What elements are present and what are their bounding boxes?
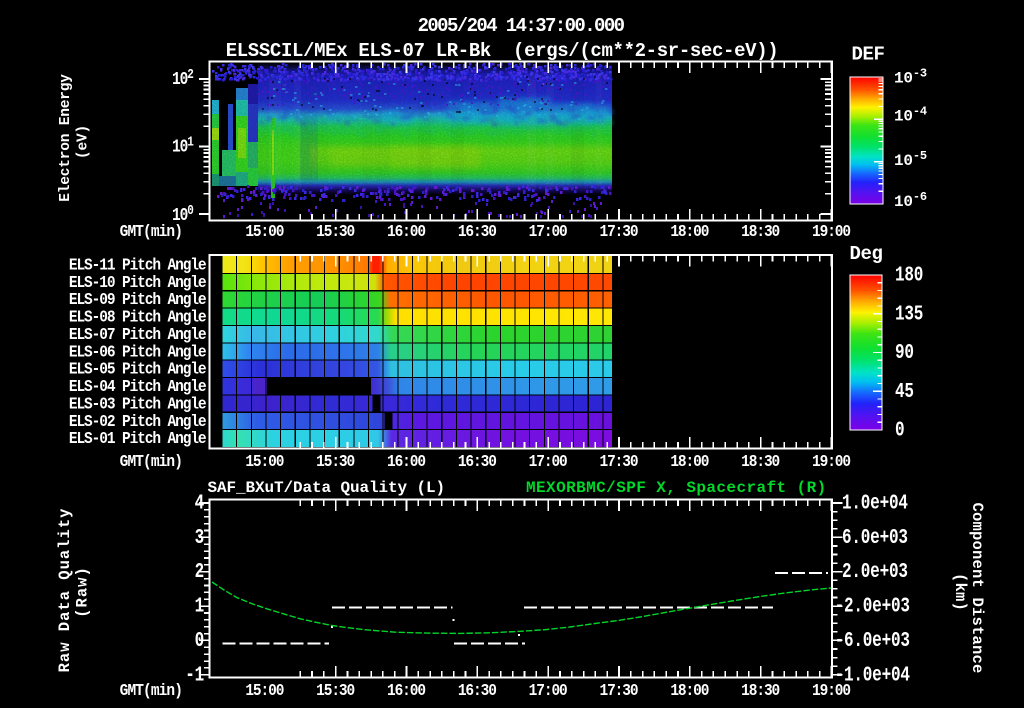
svg-text:19:00: 19:00 (812, 452, 851, 471)
svg-text:16:00: 16:00 (387, 222, 426, 241)
svg-text:GMT(min): GMT(min) (120, 681, 182, 700)
svg-text:ELS-01 Pitch Angle: ELS-01 Pitch Angle (69, 429, 207, 448)
svg-text:17:00: 17:00 (529, 681, 568, 700)
svg-text:SAF_BXuT/Data Quality (L): SAF_BXuT/Data Quality (L) (208, 479, 446, 497)
svg-text:2.0e+03: 2.0e+03 (842, 559, 908, 584)
svg-text:ELS-08 Pitch Angle: ELS-08 Pitch Angle (69, 308, 207, 327)
svg-text:Electron Energy: Electron Energy (58, 74, 74, 202)
svg-text:2005/204 14:37:00.000: 2005/204 14:37:00.000 (418, 15, 625, 37)
svg-text:17:00: 17:00 (529, 222, 568, 241)
svg-text:(eV): (eV) (76, 125, 92, 159)
svg-text:Deg: Deg (849, 243, 882, 265)
svg-text:17:30: 17:30 (599, 452, 638, 471)
svg-text:-2.0e+03: -2.0e+03 (835, 594, 910, 619)
svg-text:19:00: 19:00 (812, 681, 851, 700)
svg-text:15:30: 15:30 (316, 222, 355, 241)
svg-text:18:00: 18:00 (670, 452, 709, 471)
svg-text:2: 2 (195, 559, 204, 584)
svg-text:15:30: 15:30 (316, 452, 355, 471)
svg-text:180: 180 (895, 262, 923, 287)
svg-text:-6.0e+03: -6.0e+03 (835, 628, 910, 653)
svg-text:GMT(min): GMT(min) (120, 222, 182, 241)
svg-text:ELS-10 Pitch Angle: ELS-10 Pitch Angle (69, 273, 207, 292)
svg-text:-1: -1 (185, 662, 204, 687)
svg-text:18:00: 18:00 (670, 222, 709, 241)
svg-text:GMT(min): GMT(min) (120, 452, 182, 471)
svg-text:16:30: 16:30 (458, 681, 497, 700)
svg-text:18:30: 18:30 (741, 222, 780, 241)
svg-text:Raw Data Quality: Raw Data Quality (56, 508, 74, 673)
svg-text:16:00: 16:00 (387, 452, 426, 471)
svg-text:ELSSCIL/MEx ELS-07 LR-Bk (erg: ELSSCIL/MEx ELS-07 LR-Bk (ergs/(cm**2-sr… (226, 40, 779, 62)
svg-text:16:00: 16:00 (387, 681, 426, 700)
svg-text:3: 3 (195, 525, 204, 550)
svg-text:1: 1 (195, 594, 204, 619)
svg-text:(km): (km) (951, 573, 969, 611)
svg-text:(Raw): (Raw) (74, 566, 92, 618)
svg-text:MEXORBMC/SPF X, Spacecraft (R): MEXORBMC/SPF X, Spacecraft (R) (526, 479, 827, 497)
svg-text:45: 45 (895, 379, 914, 404)
svg-text:17:30: 17:30 (599, 222, 638, 241)
svg-text:Component Distance: Component Distance (968, 502, 986, 673)
svg-text:4: 4 (195, 490, 204, 515)
svg-text:6.0e+03: 6.0e+03 (842, 525, 908, 550)
svg-text:90: 90 (895, 340, 914, 365)
svg-text:135: 135 (895, 301, 923, 326)
svg-text:17:00: 17:00 (529, 452, 568, 471)
svg-text:ELS-09 Pitch Angle: ELS-09 Pitch Angle (69, 290, 207, 309)
svg-text:1.0e+04: 1.0e+04 (842, 490, 908, 515)
svg-text:ELS-05 Pitch Angle: ELS-05 Pitch Angle (69, 360, 207, 379)
svg-text:15:30: 15:30 (316, 681, 355, 700)
svg-text:16:30: 16:30 (458, 222, 497, 241)
svg-text:ELS-04 Pitch Angle: ELS-04 Pitch Angle (69, 377, 207, 396)
svg-text:18:30: 18:30 (741, 452, 780, 471)
svg-text:15:00: 15:00 (245, 452, 284, 471)
svg-text:19:00: 19:00 (812, 222, 851, 241)
svg-text:ELS-02 Pitch Angle: ELS-02 Pitch Angle (69, 412, 207, 431)
svg-text:15:00: 15:00 (245, 222, 284, 241)
svg-text:ELS-03 Pitch Angle: ELS-03 Pitch Angle (69, 395, 207, 414)
svg-text:17:30: 17:30 (599, 681, 638, 700)
svg-text:18:00: 18:00 (670, 681, 709, 700)
svg-text:16:30: 16:30 (458, 452, 497, 471)
svg-text:15:00: 15:00 (245, 681, 284, 700)
svg-text:ELS-07 Pitch Angle: ELS-07 Pitch Angle (69, 325, 207, 344)
svg-text:ELS-06 Pitch Angle: ELS-06 Pitch Angle (69, 343, 207, 362)
svg-text:DEF: DEF (851, 44, 884, 66)
svg-text:0: 0 (195, 628, 204, 653)
svg-text:18:30: 18:30 (741, 681, 780, 700)
svg-text:ELS-11 Pitch Angle: ELS-11 Pitch Angle (69, 256, 207, 275)
svg-text:0: 0 (895, 417, 904, 442)
